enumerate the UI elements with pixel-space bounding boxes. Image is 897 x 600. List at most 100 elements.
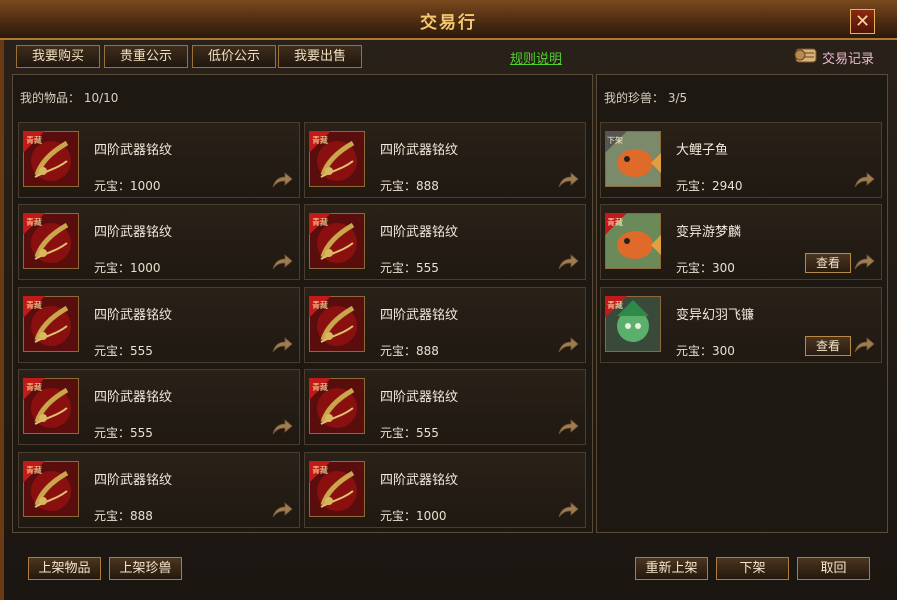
weapon-inscription-icon: 青藏 (23, 296, 79, 352)
item-card[interactable]: 青藏 四阶武器铭纹 元宝：1000 (304, 452, 586, 528)
tab-sell[interactable]: 我要出售 (278, 45, 362, 68)
share-arrow-icon[interactable] (271, 171, 293, 189)
currency-label: 元宝： (676, 179, 713, 193)
item-card[interactable]: 青藏 四阶武器铭纹 元宝：555 (18, 287, 300, 363)
item-name: 四阶武器铭纹 (380, 473, 459, 488)
price-value: 1000 (130, 261, 161, 275)
price-value: 555 (130, 344, 153, 358)
share-arrow-icon[interactable] (271, 253, 293, 271)
pet-price: 元宝：300 (676, 342, 735, 359)
my-pets-header: 我的珍兽： 3/5 (604, 89, 687, 106)
rules-link[interactable]: 规则说明 (510, 48, 562, 67)
weapon-inscription-icon: 青藏 (23, 461, 79, 517)
currency-label: 元宝： (380, 426, 417, 440)
currency-label: 元宝： (380, 509, 417, 523)
item-card[interactable]: 青藏 四阶武器铭纹 元宝：888 (18, 452, 300, 528)
item-badge-text: 青藏 (26, 382, 42, 392)
pet-price: 元宝：2940 (676, 177, 743, 194)
scroll-icon[interactable] (794, 44, 820, 66)
pet-card[interactable]: 青藏 变异游梦麟 元宝：300 查看 (600, 204, 882, 280)
currency-label: 元宝： (94, 509, 131, 523)
pet-badge-text: 下架 (607, 136, 623, 145)
currency-label: 元宝： (676, 261, 713, 275)
pet-portrait-icon: 下架 (605, 131, 661, 187)
item-badge-text: 青藏 (312, 135, 328, 145)
tab-buy[interactable]: 我要购买 (16, 45, 100, 68)
pet-card[interactable]: 下架 大鲤子鱼 元宝：2940 (600, 122, 882, 198)
item-name: 四阶武器铭纹 (380, 225, 459, 240)
pet-portrait-icon: 青藏 (605, 296, 661, 352)
share-arrow-icon[interactable] (271, 336, 293, 354)
currency-label: 元宝： (94, 426, 131, 440)
price-value: 555 (130, 426, 153, 440)
share-arrow-icon[interactable] (557, 336, 579, 354)
share-arrow-icon[interactable] (271, 418, 293, 436)
pet-badge-text: 青藏 (607, 300, 623, 310)
item-name: 四阶武器铭纹 (94, 473, 173, 488)
price-value: 888 (130, 509, 153, 523)
pet-name: 变异幻羽飞镰 (676, 308, 755, 323)
trade-record-link[interactable]: 交易记录 (822, 48, 874, 67)
weapon-inscription-icon: 青藏 (309, 461, 365, 517)
tab-valuable-notice[interactable]: 贵重公示 (104, 45, 188, 68)
currency-label: 元宝： (380, 344, 417, 358)
my-pets-count: 3/5 (667, 91, 688, 105)
item-card[interactable]: 青藏四阶武器铭纹 元宝：888 (304, 287, 586, 363)
close-button[interactable]: ✕ (850, 9, 875, 34)
item-name: 四阶武器铭纹 (380, 143, 459, 158)
item-name: 四阶武器铭纹 (380, 308, 459, 323)
share-arrow-icon[interactable] (853, 336, 875, 354)
weapon-inscription-icon: 青藏 (309, 378, 365, 434)
share-arrow-icon[interactable] (557, 501, 579, 519)
currency-label: 元宝： (676, 344, 713, 358)
item-badge-text: 青藏 (312, 382, 328, 392)
price-value: 555 (416, 426, 439, 440)
left-edge-decoration (0, 40, 4, 600)
retrieve-button[interactable]: 取回 (797, 557, 870, 580)
view-button[interactable]: 查看 (805, 336, 851, 356)
share-arrow-icon[interactable] (557, 418, 579, 436)
share-arrow-icon[interactable] (557, 253, 579, 271)
item-card[interactable]: 青藏 四阶武器铭纹 元宝：888 (304, 122, 586, 198)
item-price: 元宝：555 (380, 259, 439, 276)
item-name: 四阶武器铭纹 (94, 143, 173, 158)
price-value: 888 (416, 179, 439, 193)
item-price: 元宝：555 (94, 342, 153, 359)
item-card[interactable]: 青藏四阶武器铭纹 元宝：555 (18, 369, 300, 445)
item-price: 元宝：888 (94, 507, 153, 524)
delist-button[interactable]: 下架 (716, 557, 789, 580)
share-arrow-icon[interactable] (853, 253, 875, 271)
item-card[interactable]: 青藏 四阶武器铭纹 元宝：1000 (18, 122, 300, 198)
item-price: 元宝：888 (380, 342, 439, 359)
share-arrow-icon[interactable] (271, 501, 293, 519)
tab-lowprice-notice[interactable]: 低价公示 (192, 45, 276, 68)
item-name: 四阶武器铭纹 (94, 308, 173, 323)
my-items-header: 我的物品： 10/10 (20, 89, 118, 106)
item-badge-text: 青藏 (26, 217, 42, 227)
item-card[interactable]: 青藏 四阶武器铭纹 元宝：555 (304, 369, 586, 445)
title-bar: 交易行 ✕ (0, 0, 897, 40)
item-badge-text: 青藏 (312, 300, 328, 310)
share-arrow-icon[interactable] (557, 171, 579, 189)
pet-card[interactable]: 青藏变异幻羽飞镰 元宝：300 查看 (600, 287, 882, 363)
view-button[interactable]: 查看 (805, 253, 851, 273)
list-pet-button[interactable]: 上架珍兽 (109, 557, 182, 580)
price-value: 1000 (416, 509, 447, 523)
trading-house-window: 交易行 ✕ 我要购买 贵重公示 低价公示 我要出售 规则说明 交易记录 我的物品… (0, 0, 897, 600)
item-name: 四阶武器铭纹 (94, 390, 173, 405)
weapon-inscription-icon: 青藏 (309, 296, 365, 352)
relist-button[interactable]: 重新上架 (635, 557, 708, 580)
my-pets-label: 我的珍兽： (604, 91, 665, 105)
pet-name: 变异游梦麟 (676, 225, 742, 240)
price-value: 888 (416, 344, 439, 358)
weapon-inscription-icon: 青藏 (309, 213, 365, 269)
item-card[interactable]: 青藏 四阶武器铭纹 元宝：555 (304, 204, 586, 280)
currency-label: 元宝： (380, 261, 417, 275)
list-item-button[interactable]: 上架物品 (28, 557, 101, 580)
weapon-inscription-icon: 青藏 (309, 131, 365, 187)
item-price: 元宝：555 (94, 424, 153, 441)
window-title: 交易行 (420, 13, 477, 33)
item-card[interactable]: 青藏 四阶武器铭纹 元宝：1000 (18, 204, 300, 280)
share-arrow-icon[interactable] (853, 171, 875, 189)
weapon-inscription-icon: 青藏 (23, 131, 79, 187)
